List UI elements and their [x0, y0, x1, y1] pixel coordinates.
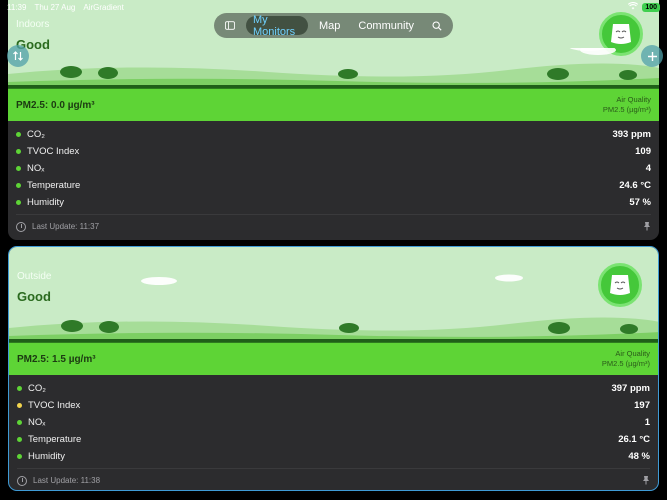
pm25-reading: PM2.5: 0.0 µg/m³ — [16, 99, 95, 111]
pin-icon[interactable] — [643, 221, 651, 233]
metric-name: TVOC Index — [28, 400, 81, 411]
metric-name: Humidity — [28, 451, 65, 462]
monitor-card-outside[interactable]: Outside Good PM2.5: 1.5 µg/m³ Air Qualit… — [8, 246, 659, 491]
landscape-illustration — [8, 48, 659, 88]
metric-row-co2: CO₂ 393 ppm — [16, 126, 651, 143]
card-footer: Last Update: 11:38 — [17, 468, 650, 490]
sidebar-toggle-button[interactable] — [218, 16, 242, 35]
air-quality-caption: Air Quality PM2.5 (µg/m³) — [603, 95, 651, 115]
metric-row-co2: CO₂ 397 ppm — [17, 380, 650, 397]
air-quality-caption: Air Quality PM2.5 (µg/m³) — [602, 349, 650, 369]
sidebar-icon — [225, 21, 235, 30]
metric-name: Humidity — [27, 197, 64, 208]
clock-icon — [17, 475, 27, 486]
metric-name: TVOC Index — [27, 146, 80, 157]
sort-button[interactable] — [7, 45, 29, 67]
search-button[interactable] — [425, 16, 449, 35]
tab-my-monitors[interactable]: My Monitors — [246, 14, 308, 38]
metric-value: 4 — [645, 163, 651, 174]
metrics-list: CO₂ 397 ppm TVOC Index 197 NOₓ 1 Temperatur… — [9, 375, 658, 465]
metric-value: 393 ppm — [612, 129, 651, 140]
status-dot — [16, 183, 21, 188]
status-dot — [17, 420, 22, 425]
metric-value: 197 — [634, 400, 650, 411]
metric-row-nox: NOₓ 1 — [17, 414, 650, 431]
top-nav: My Monitors Map Community — [214, 13, 453, 38]
metric-value: 397 ppm — [611, 383, 650, 394]
metric-row-nox: NOₓ 4 — [16, 160, 651, 177]
sort-arrows-icon — [13, 51, 23, 61]
metric-row-tvoc: TVOC Index 197 — [17, 397, 650, 414]
metric-name: Temperature — [28, 434, 82, 445]
status-bar: 11:39 Thu 27 Aug AirGradient 100 — [0, 0, 667, 14]
aq-title: Air Quality — [615, 349, 650, 358]
metric-row-tvoc: TVOC Index 109 — [16, 143, 651, 160]
aq-unit: PM2.5 (µg/m³) — [601, 359, 650, 368]
metric-value: 48 % — [628, 451, 650, 462]
metric-name: CO₂ — [27, 129, 45, 140]
metric-value: 24.6 °C — [619, 180, 651, 191]
metric-value: 26.1 °C — [618, 434, 650, 445]
status-dot — [16, 200, 21, 205]
status-dot — [17, 403, 22, 408]
last-update: Last Update: 11:38 — [33, 476, 101, 485]
tab-map[interactable]: Map — [312, 16, 347, 35]
location-name: Indoors — [16, 19, 50, 30]
pm25-banner: PM2.5: 0.0 µg/m³ Air Quality PM2.5 (µg/m… — [8, 88, 659, 121]
status-time: 11:39 — [7, 2, 27, 12]
status-dot — [16, 166, 21, 171]
metric-name: NOₓ — [28, 417, 46, 428]
metric-name: Temperature — [27, 180, 81, 191]
pm25-reading: PM2.5: 1.5 µg/m³ — [17, 353, 96, 365]
metrics-list: CO₂ 393 ppm TVOC Index 109 NOₓ 4 Temperatur… — [8, 121, 659, 211]
tab-community[interactable]: Community — [351, 16, 421, 35]
metric-row-temperature: Temperature 24.6 °C — [16, 177, 651, 194]
plus-icon — [647, 51, 657, 61]
landscape-illustration — [9, 274, 658, 342]
metric-value: 1 — [644, 417, 650, 428]
metric-row-humidity: Humidity 48 % — [17, 448, 650, 465]
pin-icon[interactable] — [642, 475, 650, 487]
status-dot — [17, 386, 22, 391]
air-quality-scene: Outside Good — [9, 247, 658, 342]
metric-row-temperature: Temperature 26.1 °C — [17, 431, 650, 448]
status-dot — [17, 454, 22, 459]
add-monitor-button[interactable] — [641, 45, 663, 67]
wifi-icon — [628, 2, 639, 12]
clock-icon — [16, 221, 26, 232]
aq-title: Air Quality — [616, 95, 651, 104]
metric-value: 57 % — [629, 197, 651, 208]
last-update: Last Update: 11:37 — [32, 222, 100, 231]
status-app-name: AirGradient — [83, 2, 124, 12]
search-icon — [432, 20, 442, 31]
pm25-banner: PM2.5: 1.5 µg/m³ Air Quality PM2.5 (µg/m… — [9, 342, 658, 375]
metric-row-humidity: Humidity 57 % — [16, 194, 651, 211]
status-date: Thu 27 Aug — [34, 2, 76, 12]
metric-name: NOₓ — [27, 163, 45, 174]
status-dot — [17, 437, 22, 442]
status-dot — [16, 149, 21, 154]
metric-value: 109 — [635, 146, 651, 157]
metric-name: CO₂ — [28, 383, 46, 394]
battery-indicator: 100 — [642, 2, 660, 12]
status-dot — [16, 132, 21, 137]
card-footer: Last Update: 11:37 — [16, 214, 651, 238]
aq-unit: PM2.5 (µg/m³) — [602, 105, 651, 114]
